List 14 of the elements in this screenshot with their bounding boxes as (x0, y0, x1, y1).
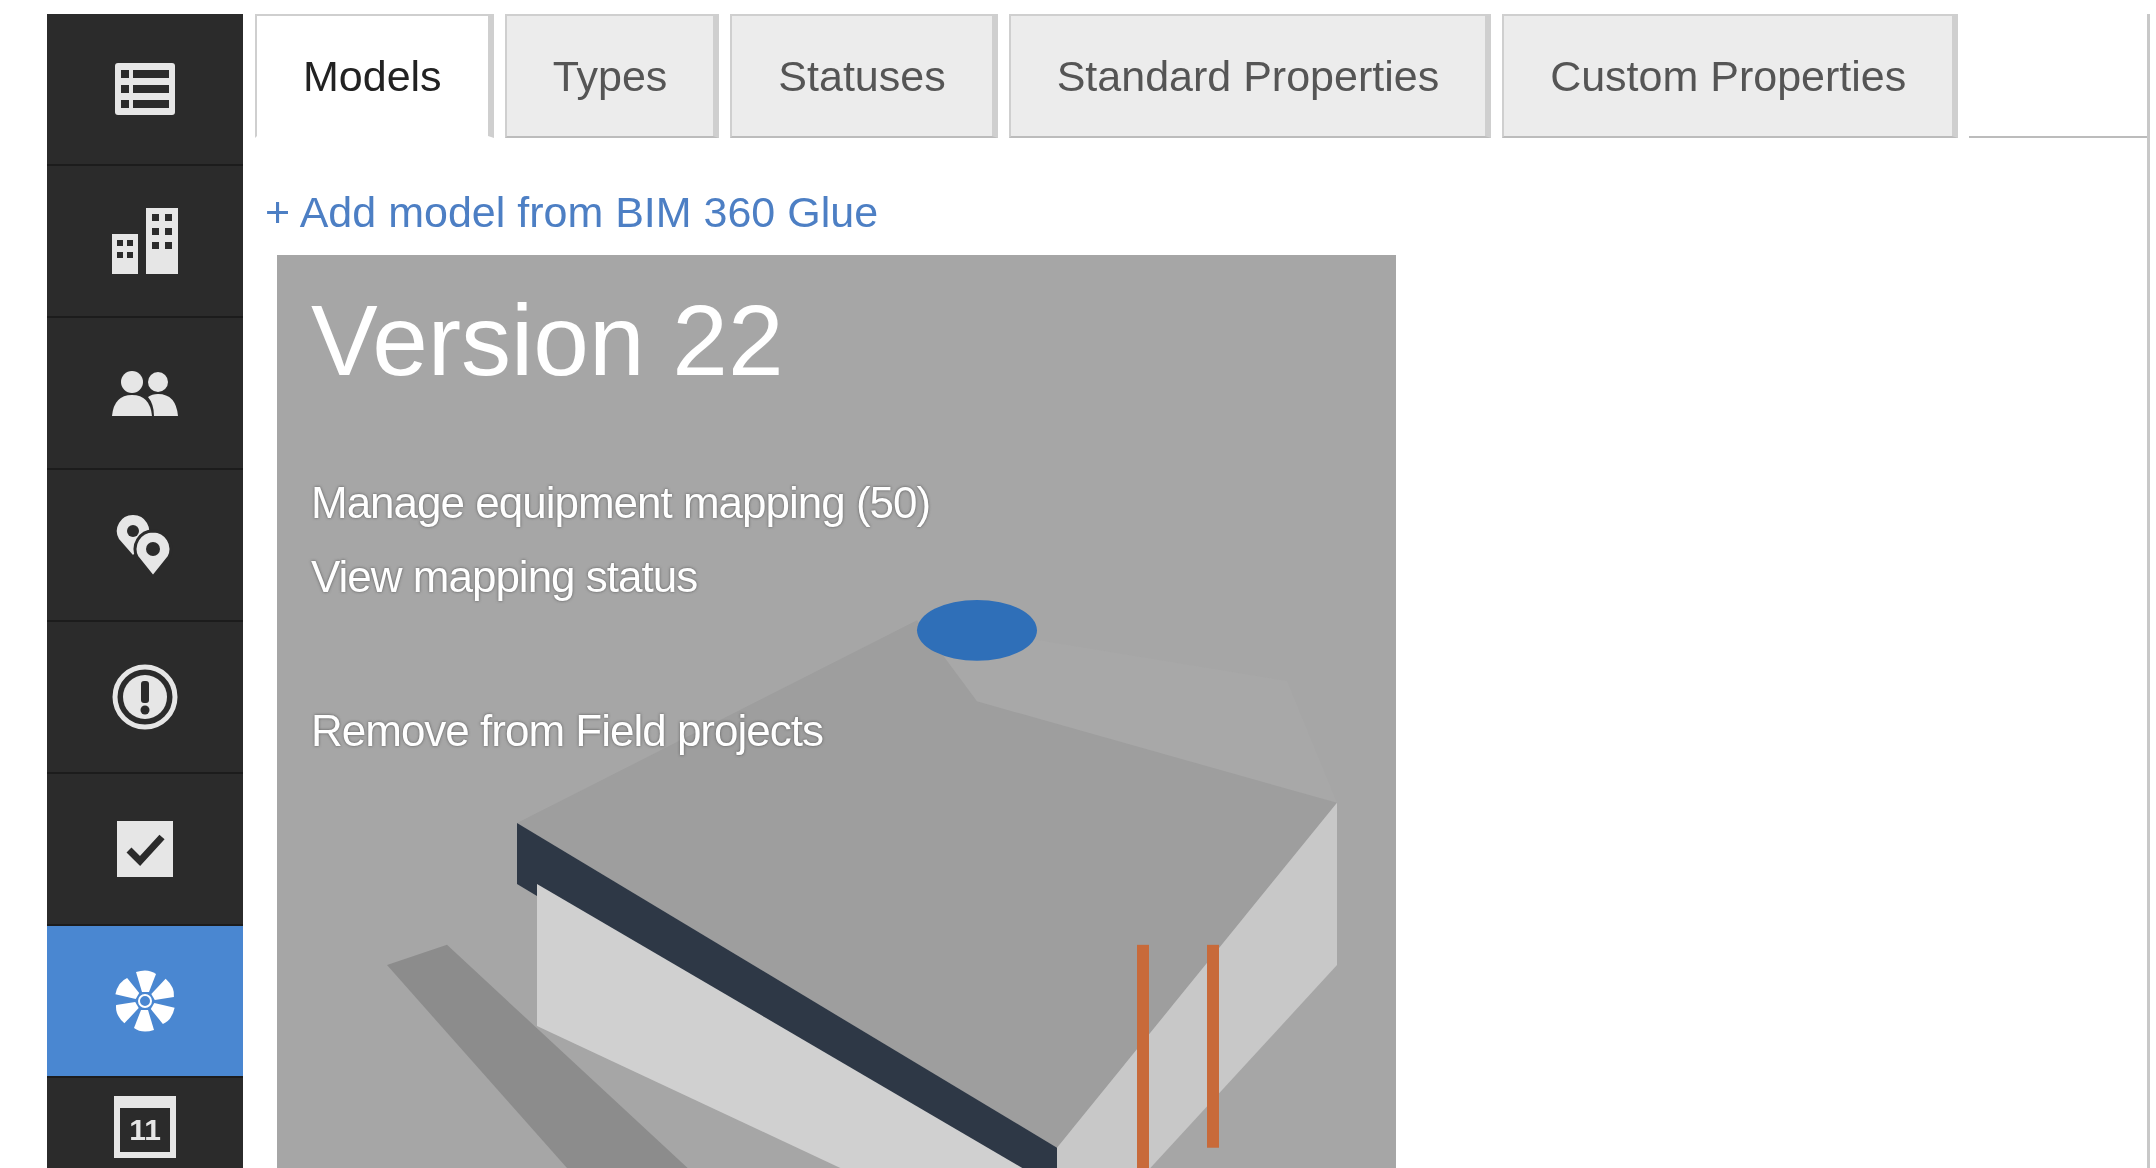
model-title: Version 22 (311, 283, 785, 398)
checkbox-icon (117, 821, 173, 877)
tab[interactable]: Models (255, 14, 494, 138)
sidebar-item[interactable]: 11 (47, 1078, 243, 1168)
tab[interactable]: Types (504, 14, 720, 138)
list-icon (115, 63, 175, 115)
alert-icon (112, 664, 178, 730)
tab[interactable]: Custom Properties (1502, 14, 1959, 138)
people-icon (112, 370, 178, 416)
tab[interactable]: Standard Properties (1008, 14, 1492, 138)
buildings-icon (112, 208, 178, 274)
tab[interactable]: Statuses (730, 14, 998, 138)
calendar-icon: 11 (114, 1096, 176, 1158)
add-model-link[interactable]: + Add model from BIM 360 Glue (265, 188, 2147, 237)
